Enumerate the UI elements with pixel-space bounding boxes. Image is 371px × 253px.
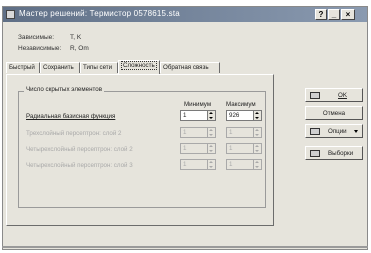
window-title: Мастер решений: Термистор 0578615.sta — [19, 9, 180, 18]
rbf-label: Радиальная базисная функция — [26, 113, 116, 120]
mlp3-layer2-label: Трехслойный персептрон: слой 2 — [26, 130, 122, 137]
options-label: Опции — [328, 128, 347, 135]
mlp4-layer2-min-value: 1 — [183, 145, 187, 152]
tab-feedback-label: Обратная связь — [163, 64, 209, 71]
mlp4-layer3-min-stepper[interactable]: 1 — [180, 159, 216, 170]
select-cases-label: Выборки — [328, 150, 354, 157]
mlp3-layer2-min-value: 1 — [183, 129, 187, 136]
spin-arrows-icon[interactable] — [207, 144, 215, 153]
mlp4-layer3-min-value: 1 — [183, 161, 187, 168]
rbf-min-stepper[interactable]: 1 — [180, 110, 216, 121]
cancel-label: Отмена — [322, 110, 346, 117]
tab-complexity-label: Сложность — [121, 61, 157, 70]
dependent-value: T, K — [70, 34, 82, 41]
table-icon — [310, 92, 320, 99]
independent-value: R, Om — [70, 45, 89, 52]
group-title: Число скрытых элементов — [24, 86, 104, 93]
spin-arrows-icon[interactable] — [207, 111, 215, 120]
help-button[interactable]: ? — [315, 9, 327, 20]
rbf-max-value: 926 — [229, 112, 240, 119]
tab-complexity[interactable]: Сложность — [118, 60, 160, 74]
tab-save-label: Сохранить — [43, 64, 74, 71]
mlp4-layer2-max-value: 1 — [229, 145, 233, 152]
mlp4-layer2-max-stepper[interactable]: 1 — [226, 143, 262, 154]
tab-network-types-label: Типы сети — [83, 64, 113, 71]
mlp3-layer2-max-value: 1 — [229, 129, 233, 136]
window-bottom-edge — [2, 246, 368, 248]
mlp4-layer3-label: Четырехслойный персептрон: слой 3 — [26, 162, 133, 169]
app-icon — [6, 10, 15, 19]
mlp4-layer3-max-value: 1 — [229, 161, 233, 168]
spin-arrows-icon[interactable] — [253, 144, 261, 153]
max-column-header: Максимум — [226, 101, 256, 108]
close-button[interactable]: × — [341, 9, 355, 20]
ok-label: OK — [338, 92, 347, 99]
mlp4-layer3-max-stepper[interactable]: 1 — [226, 159, 262, 170]
minimize-button[interactable]: _ — [328, 9, 340, 20]
rbf-min-value: 1 — [183, 112, 187, 119]
cancel-button[interactable]: Отмена — [305, 106, 363, 120]
mlp3-layer2-min-stepper[interactable]: 1 — [180, 127, 216, 138]
select-cases-button[interactable]: Выборки — [305, 146, 363, 160]
tab-feedback[interactable]: Обратная связь — [160, 62, 220, 73]
dependent-label: Зависимые: — [18, 34, 55, 41]
rbf-max-stepper[interactable]: 926 — [226, 110, 262, 121]
tab-network-types[interactable]: Типы сети — [80, 62, 118, 73]
mlp3-layer2-max-stepper[interactable]: 1 — [226, 127, 262, 138]
options-button[interactable]: Опции — [305, 124, 363, 138]
select-cases-icon — [310, 150, 320, 157]
spin-arrows-icon[interactable] — [253, 160, 261, 169]
mlp4-layer2-label: Четырехслойный персептрон: слой 2 — [26, 146, 133, 153]
tab-quick-label: Быстрый — [9, 64, 35, 71]
mlp4-layer2-min-stepper[interactable]: 1 — [180, 143, 216, 154]
tab-save[interactable]: Сохранить — [40, 62, 80, 73]
spin-arrows-icon[interactable] — [253, 111, 261, 120]
min-column-header: Минимум — [184, 101, 212, 108]
tab-quick[interactable]: Быстрый — [6, 62, 40, 73]
title-bar[interactable]: Мастер решений: Термистор 0578615.sta ? … — [3, 7, 367, 22]
chevron-down-icon — [354, 130, 358, 133]
ok-button[interactable]: OK — [305, 88, 363, 102]
spin-arrows-icon[interactable] — [207, 160, 215, 169]
spin-arrows-icon[interactable] — [253, 128, 261, 137]
options-icon — [310, 128, 320, 135]
spin-arrows-icon[interactable] — [207, 128, 215, 137]
independent-label: Независимые: — [18, 45, 62, 52]
